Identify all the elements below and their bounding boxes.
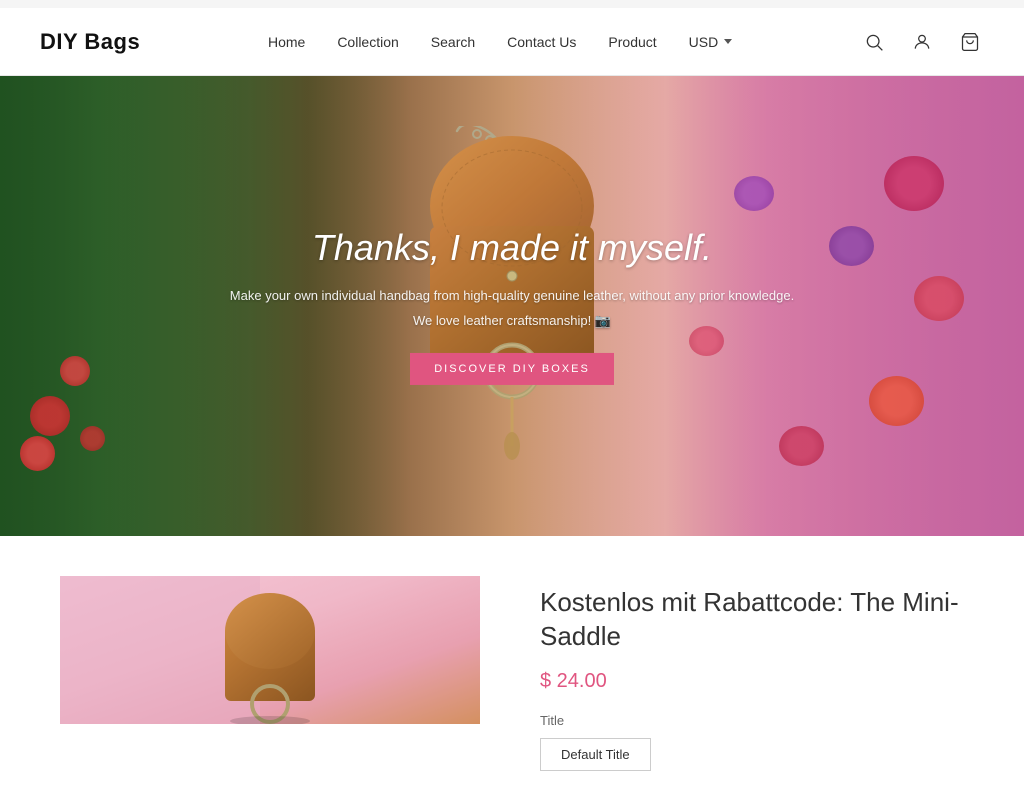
product-image-bg bbox=[60, 576, 480, 724]
fabric-pattern bbox=[734, 176, 774, 211]
logo[interactable]: DIY Bags bbox=[40, 29, 140, 55]
hero-tagline: We love leather craftsmanship! 📷 bbox=[212, 313, 812, 329]
product-variant-label: Title bbox=[540, 713, 964, 728]
fabric-pattern bbox=[779, 426, 824, 466]
flower-decoration bbox=[80, 426, 105, 451]
account-icon bbox=[912, 32, 932, 52]
product-info: Kostenlos mit Rabattcode: The Mini-Saddl… bbox=[540, 576, 964, 771]
header: DIY Bags Home Collection Search Contact … bbox=[0, 8, 1024, 76]
nav-home[interactable]: Home bbox=[268, 34, 305, 50]
currency-selector[interactable]: USD bbox=[689, 34, 733, 50]
fabric-pattern bbox=[829, 226, 874, 266]
hero-title: Thanks, I made it myself. bbox=[212, 227, 812, 269]
search-icon bbox=[864, 32, 884, 52]
flower-decoration bbox=[20, 436, 55, 471]
nav-product[interactable]: Product bbox=[608, 34, 656, 50]
product-variant-button[interactable]: Default Title bbox=[540, 738, 651, 771]
cart-icon bbox=[960, 32, 980, 52]
hero-cta-button[interactable]: DISCOVER DIY BOXES bbox=[410, 353, 614, 385]
header-icons bbox=[860, 28, 984, 56]
product-title: Kostenlos mit Rabattcode: The Mini-Saddl… bbox=[540, 586, 964, 654]
account-button[interactable] bbox=[908, 28, 936, 56]
announcement-bar bbox=[0, 0, 1024, 8]
hero-section: Thanks, I made it myself. Make your own … bbox=[0, 76, 1024, 536]
flower-decoration bbox=[60, 356, 90, 386]
product-section: Kostenlos mit Rabattcode: The Mini-Saddl… bbox=[0, 536, 1024, 811]
fabric-pattern bbox=[914, 276, 964, 321]
nav-collection[interactable]: Collection bbox=[337, 34, 398, 50]
nav-contact[interactable]: Contact Us bbox=[507, 34, 576, 50]
hero-content: Thanks, I made it myself. Make your own … bbox=[212, 227, 812, 385]
search-button[interactable] bbox=[860, 28, 888, 56]
fabric-pattern bbox=[884, 156, 944, 211]
nav-search[interactable]: Search bbox=[431, 34, 475, 50]
currency-label: USD bbox=[689, 34, 719, 50]
flower-decoration bbox=[30, 396, 70, 436]
cart-button[interactable] bbox=[956, 28, 984, 56]
fabric-pattern bbox=[869, 376, 924, 426]
hero-subtitle: Make your own individual handbag from hi… bbox=[212, 285, 812, 307]
main-nav: Home Collection Search Contact Us Produc… bbox=[268, 34, 732, 50]
product-price: $ 24.00 bbox=[540, 670, 964, 693]
currency-chevron-icon bbox=[724, 39, 732, 44]
product-image bbox=[60, 576, 480, 724]
